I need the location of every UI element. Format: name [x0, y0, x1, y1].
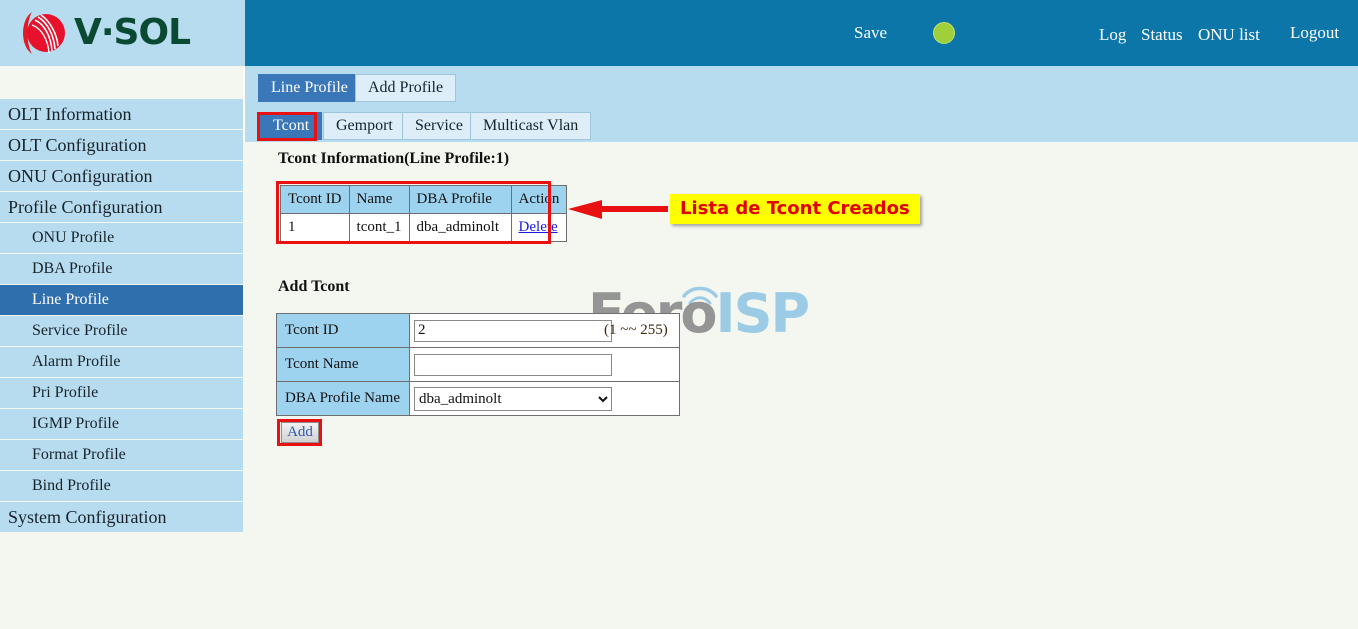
dba-profile-select[interactable]: dba_adminolt — [414, 386, 612, 411]
label-dba-profile-name: DBA Profile Name — [276, 381, 410, 416]
vsol-swirl-logo-icon — [18, 8, 70, 58]
delete-link[interactable]: Delete — [519, 219, 558, 235]
status-link[interactable]: Status — [1141, 25, 1183, 45]
tab-tcont[interactable]: Tcont — [260, 112, 323, 140]
brand-name: V·SOL — [74, 12, 191, 53]
sidebar-item-onu-configuration[interactable]: ONU Configuration — [0, 161, 243, 191]
add-tcont-title: Add Tcont — [278, 278, 350, 295]
sidebar-item-dba-profile[interactable]: DBA Profile — [0, 254, 243, 284]
sidebar-nav: OLT Information OLT Configuration ONU Co… — [0, 66, 245, 532]
cell-action: Delete — [510, 213, 568, 242]
sidebar-item-pri-profile[interactable]: Pri Profile — [0, 378, 243, 408]
tcont-id-input[interactable] — [414, 319, 612, 342]
sidebar-item-igmp-profile[interactable]: IGMP Profile — [0, 409, 243, 439]
sidebar-item-service-profile[interactable]: Service Profile — [0, 316, 243, 346]
table-row: 1 tcont_1 dba_adminolt Delete — [280, 213, 568, 242]
olt-web-management-page: V·SOL Save Log Status ONU list Logout OL… — [0, 0, 1358, 629]
tcont-information-table: Tcont ID Name DBA Profile Action 1 tcont… — [280, 185, 568, 242]
column-header-name: Name — [348, 185, 410, 214]
column-header-dba-profile: DBA Profile — [408, 185, 512, 214]
tab-service[interactable]: Service — [402, 112, 476, 140]
tab-gemport[interactable]: Gemport — [323, 112, 406, 140]
form-row-dba-profile: DBA Profile Name dba_adminolt — [276, 381, 680, 416]
tcont-name-input[interactable] — [414, 353, 612, 376]
label-tcont-name: Tcont Name — [276, 347, 410, 382]
sidebar-item-format-profile[interactable]: Format Profile — [0, 440, 243, 470]
top-header-bar: Save Log Status ONU list Logout — [245, 0, 1358, 66]
annotation-arrow-icon — [568, 200, 668, 220]
tab-multicast-vlan[interactable]: Multicast Vlan — [470, 112, 592, 140]
sidebar-item-olt-configuration[interactable]: OLT Configuration — [0, 130, 243, 160]
tcont-information-title: Tcont Information(Line Profile:1) — [278, 150, 510, 167]
sidebar-item-onu-profile[interactable]: ONU Profile — [0, 223, 243, 253]
sidebar-item-olt-information[interactable]: OLT Information — [0, 99, 243, 129]
brand-panel: V·SOL — [0, 0, 245, 66]
tab-line-profile[interactable]: Line Profile — [258, 74, 361, 102]
table-header-row: Tcont ID Name DBA Profile Action — [280, 185, 568, 214]
add-button[interactable]: Add — [281, 422, 319, 443]
cell-dba-profile: dba_adminolt — [408, 213, 512, 242]
column-header-action: Action — [510, 185, 568, 214]
annotation-label: Lista de Tcont Creados — [670, 194, 920, 224]
column-header-tcont-id: Tcont ID — [280, 185, 350, 214]
form-row-tcont-name: Tcont Name — [276, 347, 680, 382]
save-button[interactable]: Save — [854, 23, 887, 43]
logout-link[interactable]: Logout — [1290, 23, 1339, 43]
brand-logo[interactable]: V·SOL — [18, 8, 191, 58]
sidebar-item-system-configuration[interactable]: System Configuration — [0, 502, 243, 532]
tab-add-profile[interactable]: Add Profile — [355, 74, 457, 102]
cell-tcont-name: tcont_1 — [348, 213, 410, 242]
status-led-icon — [933, 22, 955, 44]
onu-list-link[interactable]: ONU list — [1198, 25, 1260, 45]
tcont-id-range-hint: (1 ~~ 255) — [604, 322, 668, 338]
sidebar-item-bind-profile[interactable]: Bind Profile — [0, 471, 243, 501]
label-tcont-id: Tcont ID — [276, 313, 410, 348]
log-link[interactable]: Log — [1099, 25, 1126, 45]
tab-strip: Line Profile Add Profile Tcont Gemport S… — [245, 66, 1358, 142]
sidebar-item-alarm-profile[interactable]: Alarm Profile — [0, 347, 243, 377]
cell-tcont-id: 1 — [280, 213, 350, 242]
sidebar-item-line-profile[interactable]: Line Profile — [0, 285, 243, 315]
sidebar-item-profile-configuration[interactable]: Profile Configuration — [0, 192, 243, 222]
